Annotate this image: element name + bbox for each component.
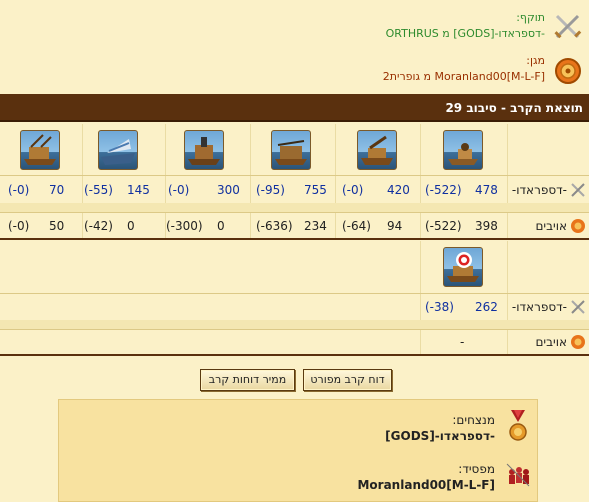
army-icon: [505, 460, 531, 492]
enemy-count: 234: [304, 219, 327, 233]
enemy-loss: (-0): [8, 219, 30, 233]
attacker-count: 145: [127, 183, 150, 197]
attacker-count: 420: [387, 183, 410, 197]
enemies-row-label: אויבים: [535, 219, 567, 233]
winners-value[interactable]: -דספראדו-[GODS]: [385, 429, 495, 443]
attacker-info: תוקף: -דספראדו-[GODS] מ ORTHRUS: [0, 6, 589, 46]
shield-icon: [570, 218, 586, 234]
attacker-loss: (-0): [168, 183, 190, 197]
enemy-count: 398: [475, 219, 498, 233]
defender-name[interactable]: Moranland00[M-L-F] מ גופרית2: [383, 70, 545, 83]
attacker-loss: (-55): [84, 183, 113, 197]
unit-ram-ship[interactable]: [443, 130, 483, 170]
unit-ballista-ship[interactable]: [271, 130, 311, 170]
battle-result-box: מנצחים: -דספראדו-[GODS] מפסיד: Moranland…: [58, 399, 538, 502]
attacker-count: 755: [304, 183, 327, 197]
unit-target-ship[interactable]: [443, 247, 483, 287]
crossed-swords-icon: [553, 12, 583, 42]
medal-icon: [505, 410, 531, 442]
report-converter-button[interactable]: ממיר דוחות קרב: [200, 369, 295, 391]
unit-paddle-ship[interactable]: [20, 130, 60, 170]
attacker-count: 262: [475, 300, 498, 314]
enemies-row-label: אויבים: [535, 335, 567, 349]
attacker-count: 70: [49, 183, 65, 197]
attacker-loss: (-95): [256, 183, 285, 197]
enemy-count: 50: [49, 219, 65, 233]
enemy-count: 0: [217, 219, 225, 233]
enemy-count: 0: [127, 219, 135, 233]
detailed-report-button[interactable]: דוח קרב מפורט: [303, 369, 392, 391]
attacker-loss: (-38): [425, 300, 454, 314]
round-title: תוצאת הקרב - סיבוב 29: [0, 94, 589, 122]
unit-mortar-ship[interactable]: [184, 130, 224, 170]
enemy-loss: (-64): [342, 219, 371, 233]
enemy-loss: (-522): [425, 219, 462, 233]
attacker-loss: (-522): [425, 183, 462, 197]
enemy-loss: (-42): [84, 219, 113, 233]
unit-steam-ram[interactable]: [98, 130, 138, 170]
shield-icon: [553, 56, 583, 86]
winners-label: מנצחים:: [452, 413, 495, 427]
attacker-loss: (-0): [342, 183, 364, 197]
attacker-loss: (-0): [8, 183, 30, 197]
unit-catapult-ship[interactable]: [357, 130, 397, 170]
attacker-row-label: -דספראדו-: [511, 300, 567, 314]
attacker-row-label: -דספראדו-: [511, 183, 567, 197]
enemy-count: 94: [387, 219, 403, 233]
enemy-loss: (-636): [256, 219, 293, 233]
losers-label: מפסיד:: [458, 462, 495, 476]
shield-icon: [570, 334, 586, 350]
defender-info: מגן: Moranland00[M-L-F] מ גופרית2: [0, 50, 589, 90]
attacker-name[interactable]: -דספראדו-[GODS] מ ORTHRUS: [386, 27, 545, 40]
losers-value[interactable]: Moranland00[M-L-F]: [357, 478, 495, 492]
attacker-count: 478: [475, 183, 498, 197]
crossed-swords-icon: [570, 182, 586, 198]
enemy-count: -: [460, 335, 465, 349]
defender-label: מגן:: [526, 54, 545, 67]
crossed-swords-icon: [570, 299, 586, 315]
enemy-loss: (-300): [166, 219, 203, 233]
attacker-count: 300: [217, 183, 240, 197]
attacker-label: תוקף:: [516, 11, 545, 24]
